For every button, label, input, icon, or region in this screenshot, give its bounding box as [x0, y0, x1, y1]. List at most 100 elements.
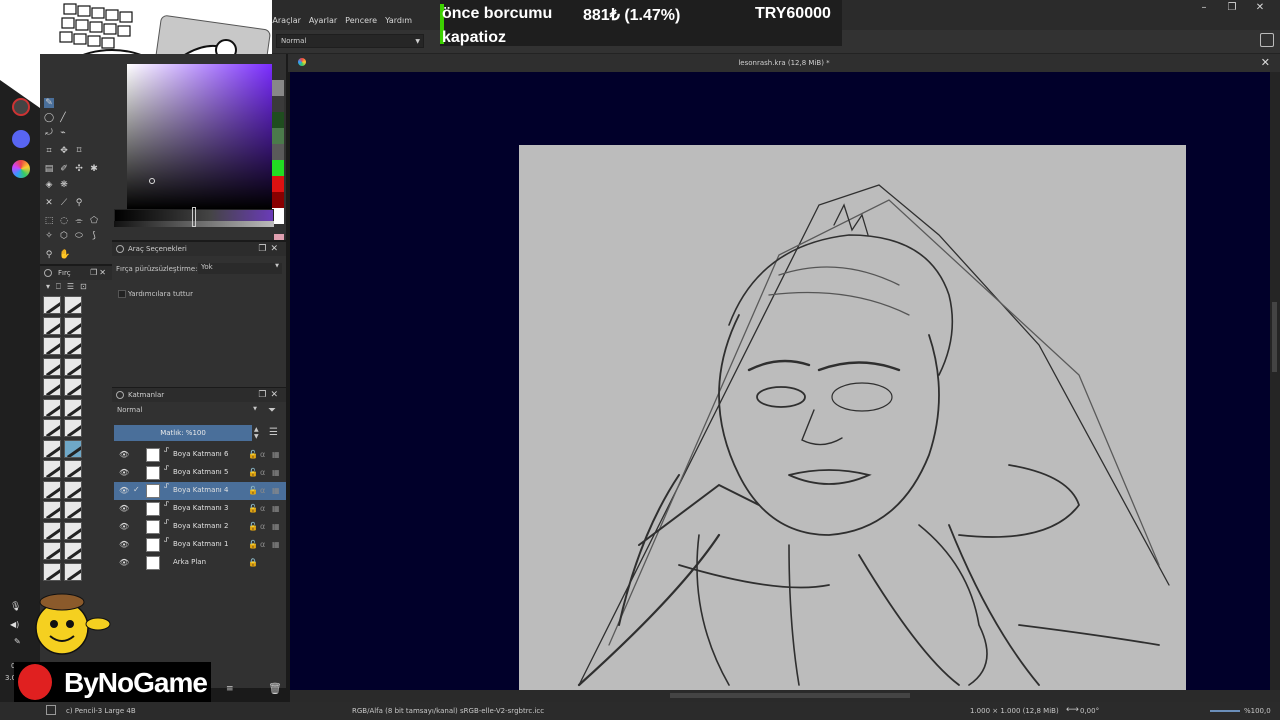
close-window-icon[interactable]: ✕ [1253, 2, 1267, 14]
lock-icon[interactable]: 🔓 [248, 522, 258, 531]
maximize-icon[interactable]: ❐ [1225, 2, 1239, 14]
assist-checkbox[interactable] [118, 290, 126, 298]
brush-preset[interactable] [64, 521, 82, 540]
menu-araclar[interactable]: Araçlar [272, 16, 300, 25]
pink-swatch[interactable] [274, 234, 284, 240]
menu-pencere[interactable]: Pencere [345, 16, 377, 25]
h-scroll-thumb[interactable] [670, 693, 910, 698]
layer-row[interactable]: 👁 ᔑ Boya Katmanı 1 🔓 α ▦ [114, 536, 286, 554]
inherit-alpha-icon[interactable]: ▦ [272, 468, 280, 477]
alpha-icon[interactable]: α [260, 540, 265, 549]
checkmark-icon[interactable]: ✓ [133, 485, 140, 494]
discord-icon[interactable] [12, 130, 30, 148]
eyedropper-icon[interactable]: ✐ [59, 164, 69, 174]
bezier-select-icon[interactable]: ⬭ [74, 231, 84, 241]
transform-tool-icon[interactable]: ⌑ [74, 146, 84, 156]
rect-select-icon[interactable]: ⬚ [44, 216, 54, 226]
move-tool-icon[interactable]: ✥ [59, 146, 69, 156]
visibility-eye-icon[interactable]: 👁 [119, 540, 129, 549]
lock-icon[interactable]: 🔓 [248, 504, 258, 513]
magnetic-select-icon[interactable]: ⟆ [89, 231, 99, 241]
lock-icon[interactable]: 🔓 [248, 468, 258, 477]
pen-tool-icon[interactable]: ⌁ [58, 128, 68, 138]
inherit-alpha-icon[interactable]: ▦ [272, 540, 280, 549]
brush-preset[interactable] [64, 357, 82, 376]
brush-preset[interactable] [64, 460, 82, 478]
brush-tool-icon[interactable]: ✎ [44, 98, 54, 108]
brush-preset[interactable] [43, 398, 61, 417]
visibility-eye-icon[interactable]: 👁 [119, 522, 129, 531]
lock-icon[interactable]: 🔒 [248, 558, 258, 567]
visibility-eye-icon[interactable]: 👁 [119, 450, 129, 459]
similar-select-icon[interactable]: ⬡ [59, 231, 69, 241]
polygon-select-icon[interactable]: ⬠ [89, 216, 99, 226]
brush-preset[interactable] [64, 337, 82, 355]
opacity-slider[interactable]: Matlık: %100 [114, 425, 252, 441]
brush-preset[interactable] [43, 460, 61, 478]
visibility-eye-icon[interactable]: 👁 [119, 558, 129, 567]
freehand-select-icon[interactable]: ⌯ [74, 216, 84, 226]
layer-row[interactable]: 👁 ᔑ Boya Katmanı 2 🔓 α ▦ [114, 518, 286, 536]
horizontal-scrollbar[interactable] [290, 690, 1280, 702]
rotation-icon[interactable]: ⟷ [1066, 705, 1079, 715]
color-square[interactable] [127, 64, 272, 209]
layer-row[interactable]: 👁 ᔑ Boya Katmanı 3 🔓 α ▦ [114, 500, 286, 518]
brush-preset[interactable] [43, 337, 61, 355]
alpha-icon[interactable]: α [260, 522, 265, 531]
zoom-tool-icon[interactable]: ⚲ [44, 250, 54, 260]
brush-preset[interactable] [64, 398, 82, 417]
layer-row[interactable]: 👁 ᔑ Boya Katmanı 5 🔓 α ▦ [114, 464, 286, 482]
v-scroll-thumb[interactable] [1272, 302, 1277, 372]
layer-action-buttons[interactable]: ≡ [226, 684, 234, 694]
alpha-icon[interactable]: α [260, 450, 265, 459]
smoothing-select[interactable]: Yok ▼ [198, 263, 282, 274]
brush-preset[interactable] [43, 521, 61, 540]
inherit-alpha-icon[interactable]: ▦ [272, 450, 280, 459]
fill-tool-icon[interactable]: ◈ [44, 180, 54, 190]
brush-preset[interactable] [64, 296, 82, 314]
visibility-eye-icon[interactable]: 👁 [119, 468, 129, 477]
alpha-icon[interactable]: α [260, 504, 265, 513]
panel-toggle-icon[interactable] [1260, 33, 1274, 47]
minimize-icon[interactable]: – [1197, 2, 1211, 14]
paper-canvas[interactable] [519, 145, 1186, 690]
lock-icon[interactable]: 🔓 [248, 540, 258, 549]
alpha-icon[interactable]: α [260, 486, 265, 495]
brush-preset[interactable] [64, 562, 82, 581]
brush-preset[interactable] [43, 419, 61, 437]
bezier-tool-icon[interactable]: ⤾ [44, 128, 54, 138]
layer-menu-icon[interactable]: ☰ [269, 427, 278, 438]
line-tool-icon[interactable]: ╱ [58, 113, 68, 123]
crop-tool-icon[interactable]: ⌗ [44, 146, 54, 156]
brush-preset[interactable] [43, 562, 61, 581]
brush-preset[interactable] [43, 316, 61, 335]
brush-preset[interactable] [64, 378, 82, 396]
brush-preset[interactable] [64, 439, 82, 458]
close-document-icon[interactable]: ✕ [1261, 54, 1270, 72]
brush-preset[interactable] [64, 542, 82, 560]
brush-preset[interactable] [43, 378, 61, 396]
krita-icon[interactable] [12, 160, 30, 178]
panel-buttons[interactable]: ❐✕ [258, 388, 282, 402]
opacity-spin-icon[interactable]: ▲ ▼ [254, 426, 259, 440]
reference-tool-icon[interactable]: ⚲ [74, 198, 84, 208]
alpha-icon[interactable]: α [260, 468, 265, 477]
blend-mode-select[interactable]: Normal ▼ [276, 34, 424, 48]
brush-preset[interactable] [43, 357, 61, 376]
contiguous-select-icon[interactable]: ✧ [44, 231, 54, 241]
brush-preset[interactable] [43, 439, 61, 458]
menu-yardim[interactable]: Yardım [385, 16, 412, 25]
pan-tool-icon[interactable]: ✋ [59, 250, 70, 260]
pen-status-icon[interactable]: ✎ [14, 637, 21, 646]
slider-handle[interactable] [192, 207, 196, 227]
inherit-alpha-icon[interactable]: ▦ [272, 486, 280, 495]
menu-ayarlar[interactable]: Ayarlar [309, 16, 337, 25]
status-zoom[interactable]: %100,0 [1244, 707, 1271, 715]
inherit-alpha-icon[interactable]: ▦ [272, 522, 280, 531]
ellipse-tool-icon[interactable]: ◯ [44, 113, 54, 123]
brush-preset[interactable] [43, 542, 61, 560]
volume-icon[interactable]: ◀) [10, 620, 19, 629]
brush-preset[interactable] [64, 419, 82, 437]
layer-row[interactable]: 👁 Arka Plan 🔒 [114, 554, 286, 572]
status-rotation[interactable]: 0,00° [1080, 707, 1099, 715]
